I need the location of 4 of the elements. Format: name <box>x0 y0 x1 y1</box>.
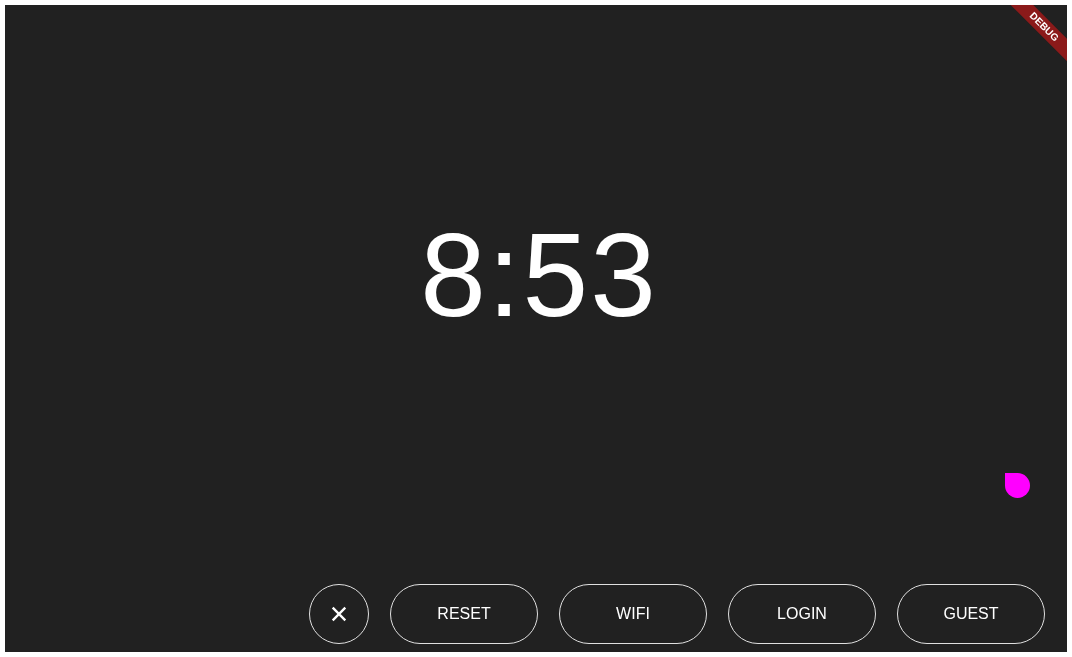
clock-time: 8:53 <box>420 215 658 334</box>
drop-marker <box>1005 473 1030 498</box>
close-icon <box>330 605 348 623</box>
pill-button[interactable]: RESET <box>390 584 538 644</box>
